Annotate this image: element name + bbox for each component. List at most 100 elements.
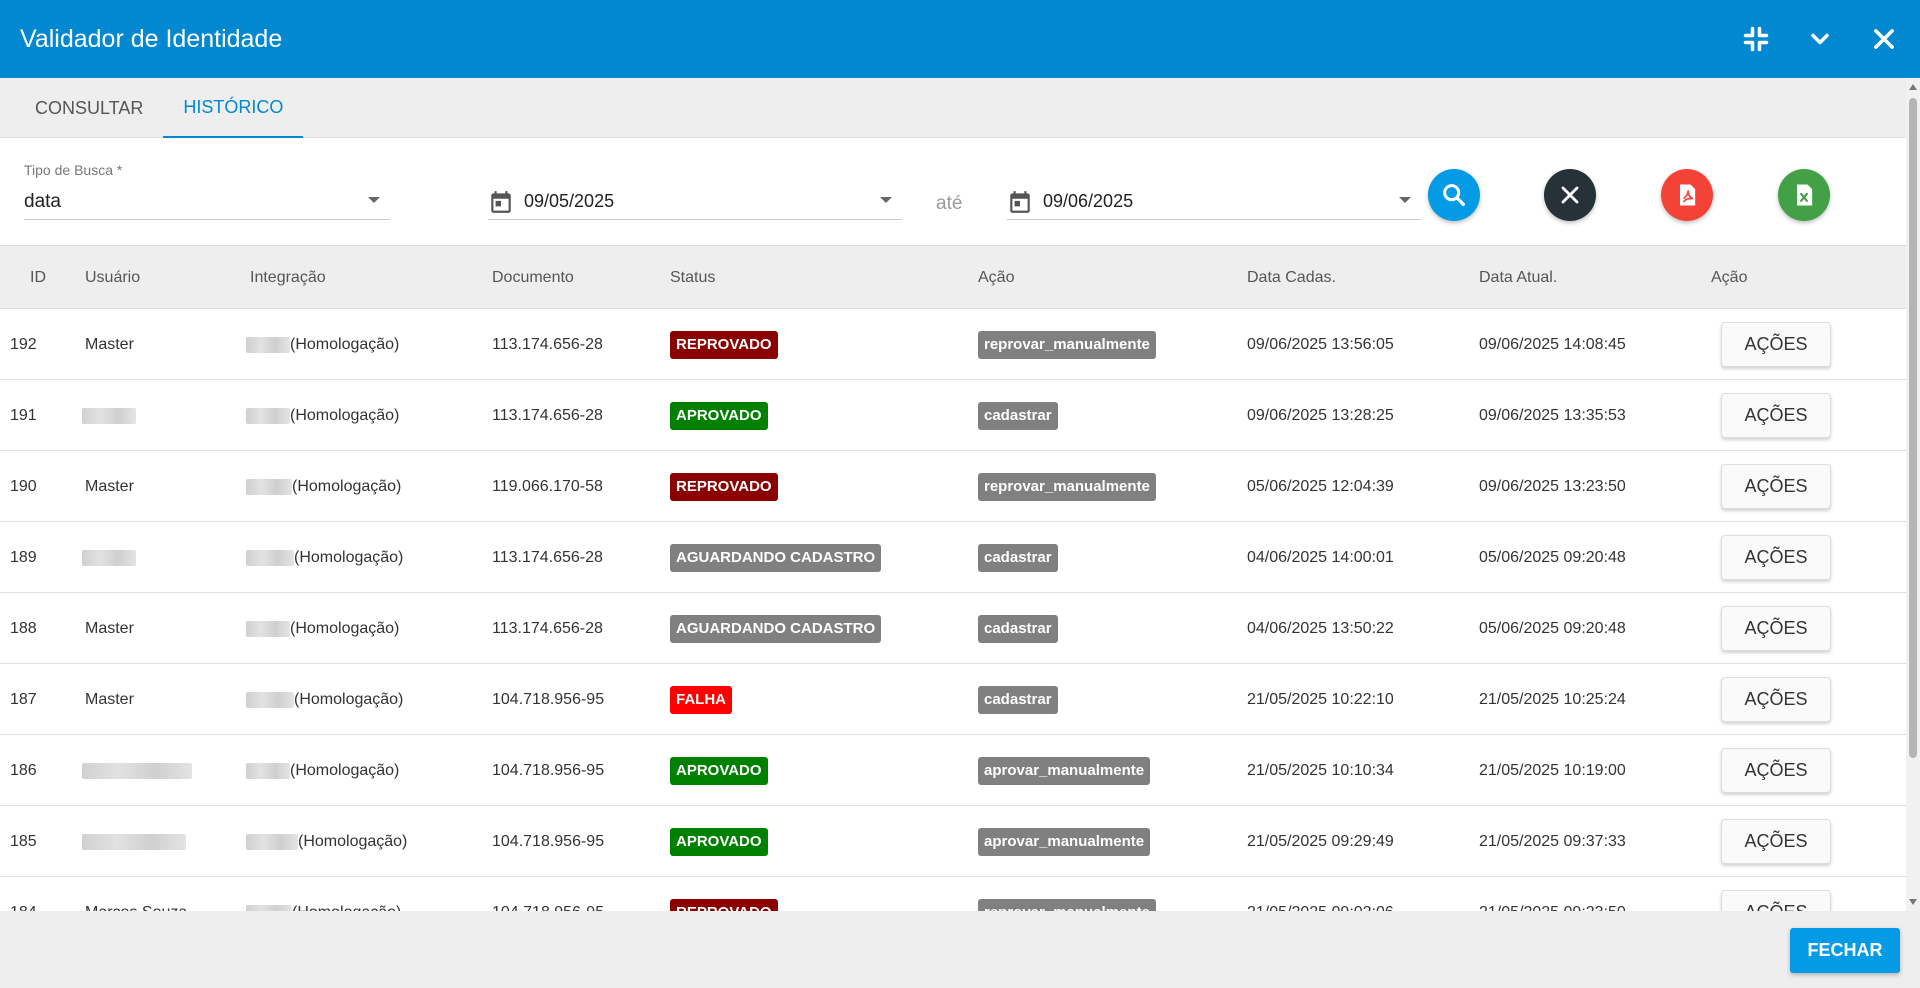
scroll-thumb[interactable] — [1909, 98, 1917, 758]
cell-created: 09/06/2025 13:56:05 — [1247, 335, 1394, 353]
cell-user: Master — [85, 690, 134, 708]
cell-created: 05/06/2025 12:04:39 — [1247, 477, 1394, 495]
table-row: 184 Marcos Souza (Homologação) 104.718.9… — [0, 877, 1906, 911]
cell-integration: (Homologação) — [246, 380, 399, 451]
cell-status: AGUARDANDO CADASTRO — [670, 593, 882, 664]
pdf-icon — [1680, 184, 1696, 206]
action-chip: cadastrar — [978, 685, 1058, 714]
redacted-user — [82, 549, 136, 566]
clear-button[interactable] — [1544, 169, 1596, 221]
cell-document: 104.718.956-95 — [492, 877, 604, 912]
table-row: 192 Master (Homologação) 113.174.656-28 … — [0, 309, 1906, 380]
cell-status: APROVADO — [670, 735, 768, 806]
cell-user — [82, 735, 192, 806]
calendar-icon[interactable] — [488, 189, 514, 215]
cell-user — [82, 806, 186, 877]
search-icon — [1443, 184, 1465, 206]
search-type-label: Tipo de Busca * — [24, 162, 123, 178]
close-dialog-button[interactable]: FECHAR — [1790, 928, 1900, 973]
cell-id: 186 — [10, 761, 37, 779]
actions-button[interactable]: AÇÕES — [1721, 606, 1831, 651]
status-badge: REPROVADO — [670, 330, 778, 359]
actions-button[interactable]: AÇÕES — [1721, 464, 1831, 509]
cell-id: 190 — [10, 477, 37, 495]
header-updated: Data Atual. — [1479, 269, 1558, 286]
collapse-icon[interactable] — [1724, 0, 1788, 78]
cell-updated: 21/05/2025 09:37:33 — [1479, 832, 1626, 850]
actions-button[interactable]: AÇÕES — [1721, 748, 1831, 793]
scroll-up-arrow-icon[interactable] — [1909, 84, 1917, 90]
actions-button[interactable]: AÇÕES — [1721, 677, 1831, 722]
action-chip: reprovar_manualmente — [978, 898, 1156, 911]
cell-created: 21/05/2025 10:22:10 — [1247, 690, 1394, 708]
cell-user: Master — [85, 335, 134, 353]
header-status: Status — [670, 269, 716, 286]
vertical-scrollbar[interactable] — [1906, 78, 1920, 911]
cell-id: 188 — [10, 619, 37, 637]
redacted-integration — [246, 691, 294, 708]
cell-action: aprovar_manualmente — [978, 806, 1151, 877]
cell-document: 113.174.656-28 — [492, 335, 603, 353]
cell-document: 104.718.956-95 — [492, 690, 605, 708]
tab-historico[interactable]: HISTÓRICO — [163, 78, 304, 138]
cell-action: reprovar_manualmente — [978, 309, 1156, 380]
field-underline — [488, 219, 902, 220]
integration-env: (Homologação) — [298, 832, 408, 850]
tab-consultar[interactable]: CONSULTAR — [15, 78, 163, 138]
cell-updated: 09/06/2025 13:23:50 — [1479, 477, 1626, 495]
redacted-integration — [246, 762, 290, 779]
window-controls — [1724, 0, 1916, 78]
cell-created: 21/05/2025 09:29:49 — [1247, 832, 1394, 850]
cell-user: Master — [85, 619, 134, 637]
export-pdf-button[interactable] — [1661, 169, 1713, 221]
calendar-icon[interactable] — [1007, 189, 1033, 215]
cell-id: 191 — [10, 406, 37, 424]
table-row: 186 (Homologação) 104.718.956-95 APROVAD… — [0, 735, 1906, 806]
date-from-value: 09/05/2025 — [524, 191, 615, 211]
header-integration: Integração — [250, 269, 326, 286]
field-underline — [1007, 219, 1421, 220]
cell-integration: (Homologação) — [246, 735, 399, 806]
cell-updated: 09/06/2025 14:08:45 — [1479, 335, 1626, 353]
actions-button[interactable]: AÇÕES — [1721, 322, 1831, 367]
cell-integration: (Homologação) — [246, 309, 399, 380]
redacted-user — [82, 407, 136, 424]
close-icon[interactable] — [1852, 0, 1916, 78]
cell-user — [82, 380, 136, 451]
status-badge: FALHA — [670, 685, 732, 714]
redacted-integration — [246, 336, 290, 353]
redacted-integration — [246, 549, 294, 566]
cell-integration: (Homologação) — [246, 522, 403, 593]
scroll-down-arrow-icon[interactable] — [1909, 899, 1917, 905]
cell-actions: AÇÕES — [1721, 451, 1831, 522]
actions-button[interactable]: AÇÕES — [1721, 535, 1831, 580]
table-header: ID Usuário Integração Documento Status A… — [0, 245, 1906, 309]
action-chip: reprovar_manualmente — [978, 330, 1156, 359]
redacted-integration — [246, 478, 292, 495]
export-excel-button[interactable] — [1778, 169, 1830, 221]
dialog-footer: FECHAR — [0, 911, 1920, 988]
cell-status: REPROVADO — [670, 451, 778, 522]
cell-integration: (Homologação) — [246, 451, 401, 522]
cell-updated: 21/05/2025 09:23:50 — [1479, 877, 1626, 912]
cell-action: reprovar_manualmente — [978, 877, 1156, 911]
header-action: Ação — [978, 269, 1015, 286]
status-badge: APROVADO — [670, 827, 768, 856]
cell-updated: 21/05/2025 10:25:24 — [1479, 690, 1626, 708]
cell-created: 04/06/2025 13:50:22 — [1247, 619, 1394, 637]
cell-integration: (Homologação) — [246, 664, 403, 735]
cell-document: 119.066.170-58 — [492, 477, 603, 495]
header-user: Usuário — [85, 269, 141, 286]
date-to-value: 09/06/2025 — [1043, 191, 1134, 211]
cell-actions: AÇÕES — [1721, 806, 1831, 877]
actions-button[interactable]: AÇÕES — [1721, 819, 1831, 864]
actions-button[interactable]: AÇÕES — [1721, 393, 1831, 438]
integration-env: (Homologação) — [290, 406, 400, 424]
cell-created: 09/06/2025 13:28:25 — [1247, 406, 1394, 424]
cell-integration: (Homologação) — [246, 593, 399, 664]
cell-status: AGUARDANDO CADASTRO — [670, 522, 882, 593]
actions-button[interactable]: AÇÕES — [1721, 890, 1831, 911]
cell-actions: AÇÕES — [1721, 309, 1831, 380]
search-button[interactable] — [1428, 169, 1480, 221]
chevron-down-icon[interactable] — [1788, 0, 1852, 78]
